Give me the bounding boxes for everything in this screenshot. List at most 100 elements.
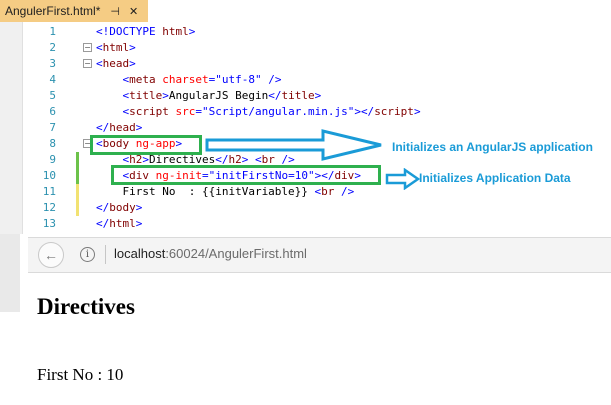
code-token: > bbox=[314, 89, 322, 102]
line-number: 5 bbox=[49, 89, 56, 102]
code-line[interactable]: 1 <!DOCTYPE html> bbox=[0, 24, 611, 40]
change-marker bbox=[76, 168, 79, 184]
code-line[interactable]: 12 </body> bbox=[0, 200, 611, 216]
code-text: <script src="Script/angular.min.js"></sc… bbox=[96, 104, 421, 120]
code-token: < bbox=[96, 41, 103, 54]
code-token: </ bbox=[96, 217, 110, 230]
arrow-left-icon: ← bbox=[44, 247, 58, 263]
url-host: localhost bbox=[114, 246, 166, 261]
code-line[interactable]: 4 <meta charset="utf-8" /> bbox=[0, 72, 611, 88]
code-token: </ bbox=[268, 89, 282, 102]
code-text: <head> bbox=[96, 56, 136, 72]
page-heading: Directives bbox=[37, 294, 135, 319]
highlight-body-ng-app bbox=[90, 135, 202, 155]
code-token: > bbox=[135, 217, 143, 230]
code-token: ="utf-8" /> bbox=[208, 73, 282, 86]
line-number: 7 bbox=[49, 121, 56, 134]
browser-toolbar: ← i localhost:60024/AngulerFirst.html bbox=[28, 237, 611, 273]
code-line[interactable]: 6 <script src="Script/angular.min.js"></… bbox=[0, 104, 611, 120]
code-text: <meta charset="utf-8" /> bbox=[96, 72, 282, 88]
first-no-text: First No : 10 bbox=[37, 365, 124, 384]
url-path: :60024/AngulerFirst.html bbox=[165, 246, 307, 261]
code-token: <!DOCTYPE bbox=[96, 25, 163, 38]
code-line[interactable]: 5 <title>AngularJS Begin</title> bbox=[0, 88, 611, 104]
highlight-div-ng-init bbox=[111, 165, 381, 185]
code-token: AngularJS Begin bbox=[168, 89, 269, 102]
line-number: 1 bbox=[49, 25, 56, 38]
back-button[interactable]: ← bbox=[38, 242, 64, 268]
code-token: </ bbox=[96, 121, 110, 134]
code-token: < bbox=[96, 57, 103, 70]
code-token: head bbox=[102, 57, 130, 70]
code-token: > bbox=[129, 57, 136, 70]
line-number: 6 bbox=[49, 105, 56, 118]
code-text: <html> bbox=[96, 40, 136, 56]
code-token: > bbox=[129, 41, 136, 54]
editor-tab-strip: AngulerFirst.html* ⊣ ✕ bbox=[0, 0, 611, 24]
change-marker bbox=[76, 200, 79, 216]
code-token: title bbox=[281, 89, 315, 102]
code-text: </html> bbox=[96, 216, 142, 232]
arrow-icon bbox=[385, 168, 421, 190]
collapse-icon[interactable]: − bbox=[83, 59, 92, 68]
line-number: 13 bbox=[42, 217, 56, 230]
change-marker bbox=[76, 152, 79, 168]
code-line[interactable]: 11 First No : {{initVariable}} <br /> bbox=[0, 184, 611, 200]
callout-ng-init: Initializes Application Data bbox=[419, 171, 571, 185]
code-text: First No : {{initVariable}} <br /> bbox=[96, 184, 354, 200]
code-token: > bbox=[162, 89, 169, 102]
callout-ng-app: Initializes an AngularJS application bbox=[392, 140, 593, 154]
line-number: 4 bbox=[49, 73, 56, 86]
code-line[interactable]: 13 </html> bbox=[0, 216, 611, 232]
collapse-icon[interactable]: − bbox=[83, 43, 92, 52]
code-line[interactable]: 3 − <head> bbox=[0, 56, 611, 72]
line-number: 10 bbox=[42, 169, 56, 182]
url-divider bbox=[105, 245, 106, 264]
line-number: 3 bbox=[49, 57, 56, 70]
code-token: > bbox=[135, 121, 143, 134]
line-number: 8 bbox=[49, 137, 56, 150]
code-token: > bbox=[135, 201, 143, 214]
line-number: 9 bbox=[49, 153, 56, 166]
code-text: <!DOCTYPE html> bbox=[96, 24, 195, 40]
arrow-icon bbox=[205, 129, 382, 161]
code-token: > bbox=[413, 105, 421, 118]
code-token: src bbox=[175, 105, 196, 118]
line-number: 11 bbox=[42, 185, 56, 198]
code-token: head bbox=[109, 121, 136, 134]
code-token: html bbox=[102, 41, 130, 54]
code-token: html bbox=[162, 25, 189, 38]
tab-title: AngulerFirst.html* bbox=[5, 4, 101, 18]
code-token: First No : {{initVariable}} bbox=[96, 185, 315, 198]
code-token: </ bbox=[96, 201, 110, 214]
code-text: </body> bbox=[96, 200, 142, 216]
code-token: br bbox=[321, 185, 335, 198]
code-token: > bbox=[188, 25, 196, 38]
close-icon[interactable]: ✕ bbox=[129, 5, 138, 18]
code-token: charset bbox=[162, 73, 209, 86]
info-icon[interactable]: i bbox=[80, 247, 95, 262]
change-marker bbox=[76, 184, 79, 200]
code-token: meta bbox=[129, 73, 156, 86]
line-number: 2 bbox=[49, 41, 56, 54]
pin-icon[interactable]: ⊣ bbox=[110, 5, 120, 18]
code-text: <title>AngularJS Begin</title> bbox=[96, 88, 322, 104]
window-edge bbox=[0, 234, 20, 312]
code-token: body bbox=[109, 201, 136, 214]
address-bar[interactable]: localhost:60024/AngulerFirst.html bbox=[114, 246, 307, 261]
line-number: 12 bbox=[42, 201, 56, 214]
code-text: </head> bbox=[96, 120, 142, 136]
code-token: script bbox=[129, 105, 169, 118]
code-token: title bbox=[129, 89, 163, 102]
code-editor[interactable]: 1 <!DOCTYPE html> 2− <html> 3− <head> 4 <meta … bbox=[0, 22, 611, 234]
code-token: ="Script/angular.min.js"></ bbox=[195, 105, 375, 118]
tab-angulerfirst-html[interactable]: AngulerFirst.html* ⊣ ✕ bbox=[0, 0, 148, 22]
code-token: /> bbox=[334, 185, 355, 198]
code-token: html bbox=[109, 217, 136, 230]
code-token: script bbox=[374, 105, 414, 118]
code-line[interactable]: 2 − <html> bbox=[0, 40, 611, 56]
